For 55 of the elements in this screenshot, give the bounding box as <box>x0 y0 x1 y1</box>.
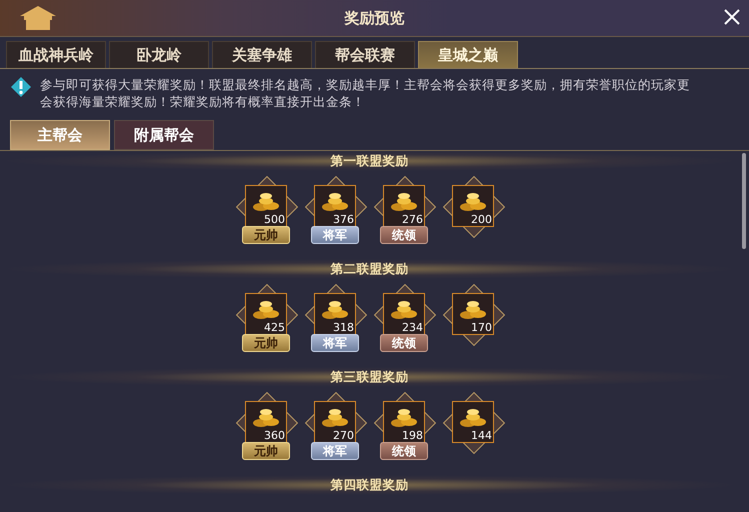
reward-count: 144 <box>471 429 492 442</box>
reward-count: 276 <box>402 213 423 226</box>
reward-count: 270 <box>333 429 354 442</box>
reward-slot[interactable]: 425 <box>245 293 287 335</box>
rank-tag: 元帅 <box>242 334 290 352</box>
coin-stack-icon <box>252 190 280 212</box>
coin-stack-icon <box>390 298 418 320</box>
notice-text: 参与即可获得大量荣耀奖励！联盟最终排名越高，奖励越丰厚！主帮会将会获得更多奖励，拥有荣誉职位的玩家更会获得海量荣耀奖励！荣耀奖励将有概率直接开出金条！ <box>40 76 691 110</box>
rank-tag: 元帅 <box>242 226 290 244</box>
rank-tag: 统领 <box>380 442 428 460</box>
reward-slot[interactable]: 234 <box>383 293 425 335</box>
reward-count: 318 <box>333 321 354 334</box>
coin-stack-icon <box>321 406 349 428</box>
reward-slot[interactable]: 200 <box>452 185 494 227</box>
reward-slot[interactable]: 198 <box>383 401 425 443</box>
tab[interactable]: 关塞争雄 <box>212 41 312 68</box>
reward-count: 500 <box>264 213 285 226</box>
rank-tag: 将军 <box>311 334 359 352</box>
rank-tag: 统领 <box>380 334 428 352</box>
reward-slot[interactable]: 360 <box>245 401 287 443</box>
coin-stack-icon <box>390 190 418 212</box>
coin-stack-icon <box>390 406 418 428</box>
window-title: 奖励预览 <box>344 8 404 28</box>
reward-count: 234 <box>402 321 423 334</box>
reward-slot[interactable]: 170 <box>452 293 494 335</box>
reward-slot[interactable]: 500 <box>245 185 287 227</box>
scrollbar-thumb[interactable] <box>742 153 746 249</box>
reward-count: 198 <box>402 429 423 442</box>
tab[interactable]: 卧龙岭 <box>109 41 209 68</box>
reward-count: 170 <box>471 321 492 334</box>
reward-slot[interactable]: 318 <box>314 293 356 335</box>
reward-count: 376 <box>333 213 354 226</box>
sub-tab[interactable]: 附属帮会 <box>114 120 214 150</box>
tab[interactable]: 血战神兵岭 <box>6 41 106 68</box>
tab[interactable]: 帮会联赛 <box>315 41 415 68</box>
coin-stack-icon <box>459 406 487 428</box>
coin-stack-icon <box>252 298 280 320</box>
rank-tag: 将军 <box>311 226 359 244</box>
reward-count: 200 <box>471 213 492 226</box>
coin-stack-icon <box>252 406 280 428</box>
tab[interactable]: 皇城之巅 <box>418 41 518 68</box>
rank-tag: 元帅 <box>242 442 290 460</box>
reward-slot[interactable]: 276 <box>383 185 425 227</box>
reward-slot[interactable]: 270 <box>314 401 356 443</box>
exclamation-icon <box>10 76 32 98</box>
coin-stack-icon <box>459 190 487 212</box>
reward-count: 425 <box>264 321 285 334</box>
coin-stack-icon <box>459 298 487 320</box>
coin-stack-icon <box>321 190 349 212</box>
coin-stack-icon <box>321 298 349 320</box>
rank-tag: 将军 <box>311 442 359 460</box>
rank-tag: 统领 <box>380 226 428 244</box>
reward-slot[interactable]: 376 <box>314 185 356 227</box>
reward-slot[interactable]: 144 <box>452 401 494 443</box>
reward-count: 360 <box>264 429 285 442</box>
